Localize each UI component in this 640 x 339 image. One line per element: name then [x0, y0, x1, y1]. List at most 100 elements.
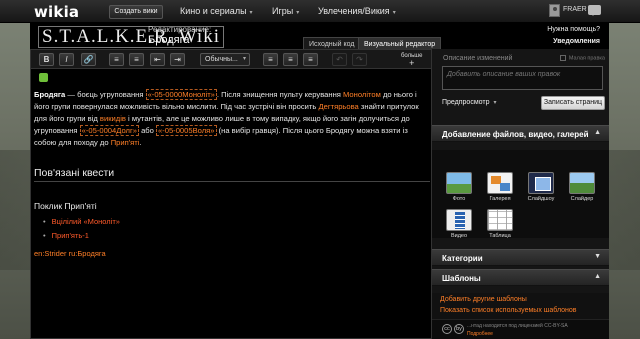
license-text: ...нтад находится под лицензией CC-BY-SA	[467, 323, 568, 329]
interwiki-links[interactable]: en:Strider ru:Бродяга	[34, 249, 106, 258]
nav-movies-tv[interactable]: Кино и сериалы ▾	[180, 6, 253, 16]
nav-label: Увлечения/Викия	[318, 6, 390, 16]
checkbox-icon	[559, 55, 566, 61]
bold-term: Бродяга	[34, 90, 66, 99]
slider-icon	[569, 172, 595, 194]
more-button[interactable]: больше +	[401, 53, 422, 69]
section-heading: Пов'язані квести	[34, 167, 430, 182]
edit-label: Редактирование:	[148, 25, 212, 34]
table-icon	[487, 209, 513, 231]
minor-edit-checkbox[interactable]: Малая правка	[559, 55, 605, 62]
text: — боєць угруповання	[65, 90, 146, 99]
list-item[interactable]: Прип'ять-1	[43, 231, 89, 240]
redo-button[interactable]: ↷	[352, 53, 367, 66]
chevron-down-icon: ▾	[493, 100, 497, 106]
list-item[interactable]: Вцілілий «Моноліт»	[43, 217, 120, 226]
summary-input[interactable]: Добавить описание ваших правок	[442, 66, 603, 90]
global-nav: wikia Создать вики Кино и сериалы ▾ Игры ▾…	[0, 0, 640, 23]
tool-label: Галерея	[489, 196, 511, 202]
article-link[interactable]: Монолітом	[343, 90, 381, 99]
table-tool[interactable]: Таблица	[485, 209, 515, 239]
chevron-down-icon: ▼	[594, 253, 601, 260]
section-title: Добавление файлов, видео, галерей	[442, 130, 589, 139]
align-center-button[interactable]: ≡	[283, 53, 298, 66]
nav-lifestyle[interactable]: Увлечения/Викия ▾	[318, 6, 396, 16]
indent-button[interactable]: ⇥	[170, 53, 185, 66]
chevron-down-icon: ▾	[392, 10, 396, 16]
template-placeholder[interactable]: «-05-0005Воля»	[155, 125, 217, 136]
media-section-header[interactable]: Добавление файлов, видео, галерей ▲	[432, 125, 609, 142]
create-wiki-button[interactable]: Создать вики	[109, 5, 163, 19]
tool-label: Таблица	[489, 233, 511, 239]
gallery-icon	[487, 172, 513, 194]
templates-section-header[interactable]: Шаблоны ▲	[432, 269, 609, 286]
username: FRAER	[563, 6, 587, 13]
subsection-heading: Поклик Прип'яті	[34, 201, 97, 211]
nav-label: Кино и сериалы	[180, 6, 247, 16]
align-left-button[interactable]: ≡	[263, 53, 278, 66]
categories-section-header[interactable]: Категории ▼	[432, 249, 609, 266]
template-placeholder[interactable]: «-05-0000Моноліт»	[145, 89, 217, 100]
plus-icon: +	[409, 58, 415, 68]
chevron-down-icon: ▾	[249, 10, 253, 16]
format-select[interactable]: Обычны... ▾	[200, 53, 250, 66]
editor-frame: S.T.A.L.K.E.R. Wiki Редактирование: Брод…	[30, 23, 609, 339]
article-paragraph: Бродяга — боєць угруповання «-05-0000Мон…	[34, 89, 424, 149]
save-button[interactable]: Записать страниц	[541, 96, 605, 110]
text: . Після знищення пульту керування	[216, 90, 343, 99]
link-button[interactable]: 🔗	[81, 53, 96, 66]
article-link[interactable]: викидів	[100, 114, 126, 123]
article-link[interactable]: Дегтярьова	[318, 102, 358, 111]
avatar[interactable]	[549, 4, 560, 17]
video-tool[interactable]: Видео	[444, 209, 474, 239]
undo-button[interactable]: ↶	[332, 53, 347, 66]
outdent-button[interactable]: ⇤	[150, 53, 165, 66]
article-link[interactable]: Прип'яті	[111, 138, 140, 147]
notifications-link[interactable]: Уведомления	[553, 38, 600, 45]
slideshow-icon	[528, 172, 554, 194]
nav-games[interactable]: Игры ▾	[272, 6, 299, 16]
chevron-down-icon: ▾	[242, 56, 246, 62]
bullet-list-button[interactable]: ≡	[109, 53, 124, 66]
video-icon	[446, 209, 472, 231]
tool-label: Видео	[450, 233, 468, 239]
page-title: Бродяга	[148, 34, 190, 46]
preview-dropdown[interactable]: Предпросмотр ▾	[442, 99, 497, 106]
gallery-tool[interactable]: Галерея	[485, 172, 515, 202]
tool-label: Слайдер	[570, 196, 594, 202]
chevron-up-icon: ▲	[594, 129, 601, 136]
summary-label: Описание изменений	[443, 55, 513, 62]
messages-icon[interactable]	[588, 5, 601, 16]
photo-tool[interactable]: Фото	[444, 172, 474, 202]
by-icon: by	[454, 324, 464, 334]
license-footer: cc by ...нтад находится под лицензией CC…	[432, 319, 609, 339]
cc-icon: cc	[442, 324, 452, 334]
text: або	[138, 126, 156, 135]
section-title: Шаблоны	[442, 274, 481, 283]
puzzle-icon[interactable]	[39, 73, 48, 82]
license-more-link[interactable]: Подробнее	[467, 331, 493, 337]
chevron-down-icon: ▾	[296, 10, 300, 16]
template-placeholder[interactable]: «-05-0004Долг»	[79, 125, 139, 136]
align-right-button[interactable]: ≡	[303, 53, 318, 66]
add-template-link[interactable]: Добавить другие шаблоны	[440, 296, 527, 303]
tool-label: Слайдшоу	[527, 196, 555, 202]
minor-edit-label: Малая правка	[568, 55, 605, 62]
text: .	[139, 138, 142, 147]
chevron-up-icon: ▲	[594, 273, 601, 280]
editor-toolbar: B I 🔗 ≡ ≡ ⇤ ⇥ Обычны... ▾ ≡ ≡ ≡ ↶ ↷ больш…	[30, 49, 432, 69]
editor-content[interactable]: Бродяга — боєць угруповання «-05-0000Мон…	[30, 69, 432, 339]
bold-button[interactable]: B	[39, 53, 54, 66]
section-title: Категории	[442, 254, 483, 263]
template-links: Добавить другие шаблоны Показать список …	[432, 293, 609, 319]
numbered-list-button[interactable]: ≡	[129, 53, 144, 66]
help-link[interactable]: Нужна помощь?	[547, 26, 600, 33]
slider-tool[interactable]: Слайдер	[567, 172, 597, 202]
italic-button[interactable]: I	[59, 53, 74, 66]
wikia-logo[interactable]: wikia	[34, 3, 79, 21]
slideshow-tool[interactable]: Слайдшоу	[526, 172, 556, 202]
nav-label: Игры	[272, 6, 294, 16]
media-tools: Фото Галерея Слайдшоу Слайдер Видео Табл…	[432, 150, 609, 239]
used-templates-link[interactable]: Показать список используемых шаблонов	[440, 307, 577, 314]
format-value: Обычны...	[205, 56, 238, 63]
